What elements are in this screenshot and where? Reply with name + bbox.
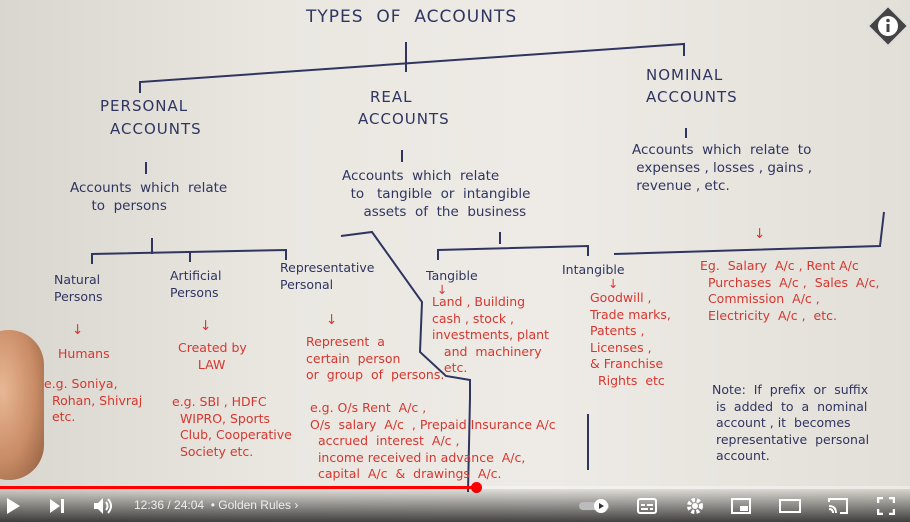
next-icon <box>50 498 64 513</box>
time-current-total: 12:36 / 24:04 <box>134 498 205 512</box>
cast-button[interactable] <box>824 489 852 522</box>
time-display: 12:36 / 24:04 • Golden Rules › <box>134 498 298 512</box>
personal-definition: Accounts which relate to persons <box>70 180 228 214</box>
settings-icon <box>687 497 703 514</box>
play-icon <box>7 497 20 514</box>
nominal-definition: Accounts which relate to expenses , loss… <box>632 142 813 194</box>
natural-persons-heading: Natural Persons <box>54 272 103 304</box>
fullscreen-icon <box>877 496 895 515</box>
nominal-examples: Eg. Salary A/c , Rent A/c Purchases A/c … <box>700 258 880 323</box>
fullscreen-button[interactable] <box>872 489 900 522</box>
real-definition: Accounts which relate to tangible or int… <box>342 168 531 220</box>
info-icon <box>866 4 910 48</box>
artificial-persons-heading: Artificial Persons <box>170 268 222 300</box>
chapter-arrow-icon: › <box>294 498 299 512</box>
natural-humans: Humans <box>58 346 110 361</box>
volume-icon <box>94 497 112 514</box>
representative-definition: Represent a certain person or group of p… <box>306 334 445 382</box>
theater-icon <box>779 498 801 513</box>
subtitles-button[interactable] <box>634 489 660 522</box>
artificial-examples: e.g. SBI , HDFC WIPRO, Sports Club, Coop… <box>172 394 292 459</box>
chapter-title[interactable]: • Golden Rules <box>211 498 291 512</box>
chart-title: TYPES OF ACCOUNTS <box>306 7 518 27</box>
representative-arrow: ↓ <box>326 312 338 328</box>
settings-button[interactable] <box>682 489 708 522</box>
tangible-examples: Land , Building cash , stock , investmen… <box>432 294 549 375</box>
miniplayer-button[interactable] <box>728 489 754 522</box>
autoplay-toggle[interactable] <box>578 489 612 522</box>
subtitles-icon <box>637 497 657 514</box>
autoplay-toggle-icon <box>579 498 609 513</box>
intangible-examples: Goodwill , Trade marks, Patents , Licens… <box>590 290 671 388</box>
nominal-heading-2: ACCOUNTS <box>646 88 738 106</box>
play-button[interactable] <box>0 489 26 522</box>
theater-button[interactable] <box>776 489 804 522</box>
next-button[interactable] <box>44 489 70 522</box>
representative-heading: Representative Personal <box>280 260 375 292</box>
real-heading-2: ACCOUNTS <box>358 110 450 128</box>
natural-examples: e.g. Soniya, Rohan, Shivraj etc. <box>44 376 143 424</box>
real-heading: REAL <box>370 88 413 106</box>
info-button[interactable] <box>866 4 910 48</box>
artificial-created-by-law: Created by LAW <box>178 340 247 372</box>
video-frame[interactable]: TYPES OF ACCOUNTS PERSONAL ACCOUNTS Acco… <box>0 0 910 522</box>
representative-examples: e.g. O/s Rent A/c , O/s salary A/c , Pre… <box>310 400 556 481</box>
miniplayer-icon <box>731 497 751 514</box>
natural-arrow: ↓ <box>72 322 84 338</box>
nominal-arrow: ↓ <box>754 226 766 242</box>
volume-button[interactable] <box>90 489 118 522</box>
tangible-heading: Tangible <box>426 268 478 283</box>
personal-heading: PERSONAL <box>100 97 189 115</box>
presenter-hand <box>0 330 44 480</box>
player-controls: 12:36 / 24:04 • Golden Rules › <box>0 489 910 522</box>
personal-heading-2: ACCOUNTS <box>110 120 202 138</box>
cast-icon <box>828 497 848 514</box>
nominal-note: Note: If prefix or suffix is added to a … <box>712 382 870 463</box>
nominal-heading: NOMINAL <box>646 66 724 84</box>
artificial-arrow: ↓ <box>200 318 212 334</box>
